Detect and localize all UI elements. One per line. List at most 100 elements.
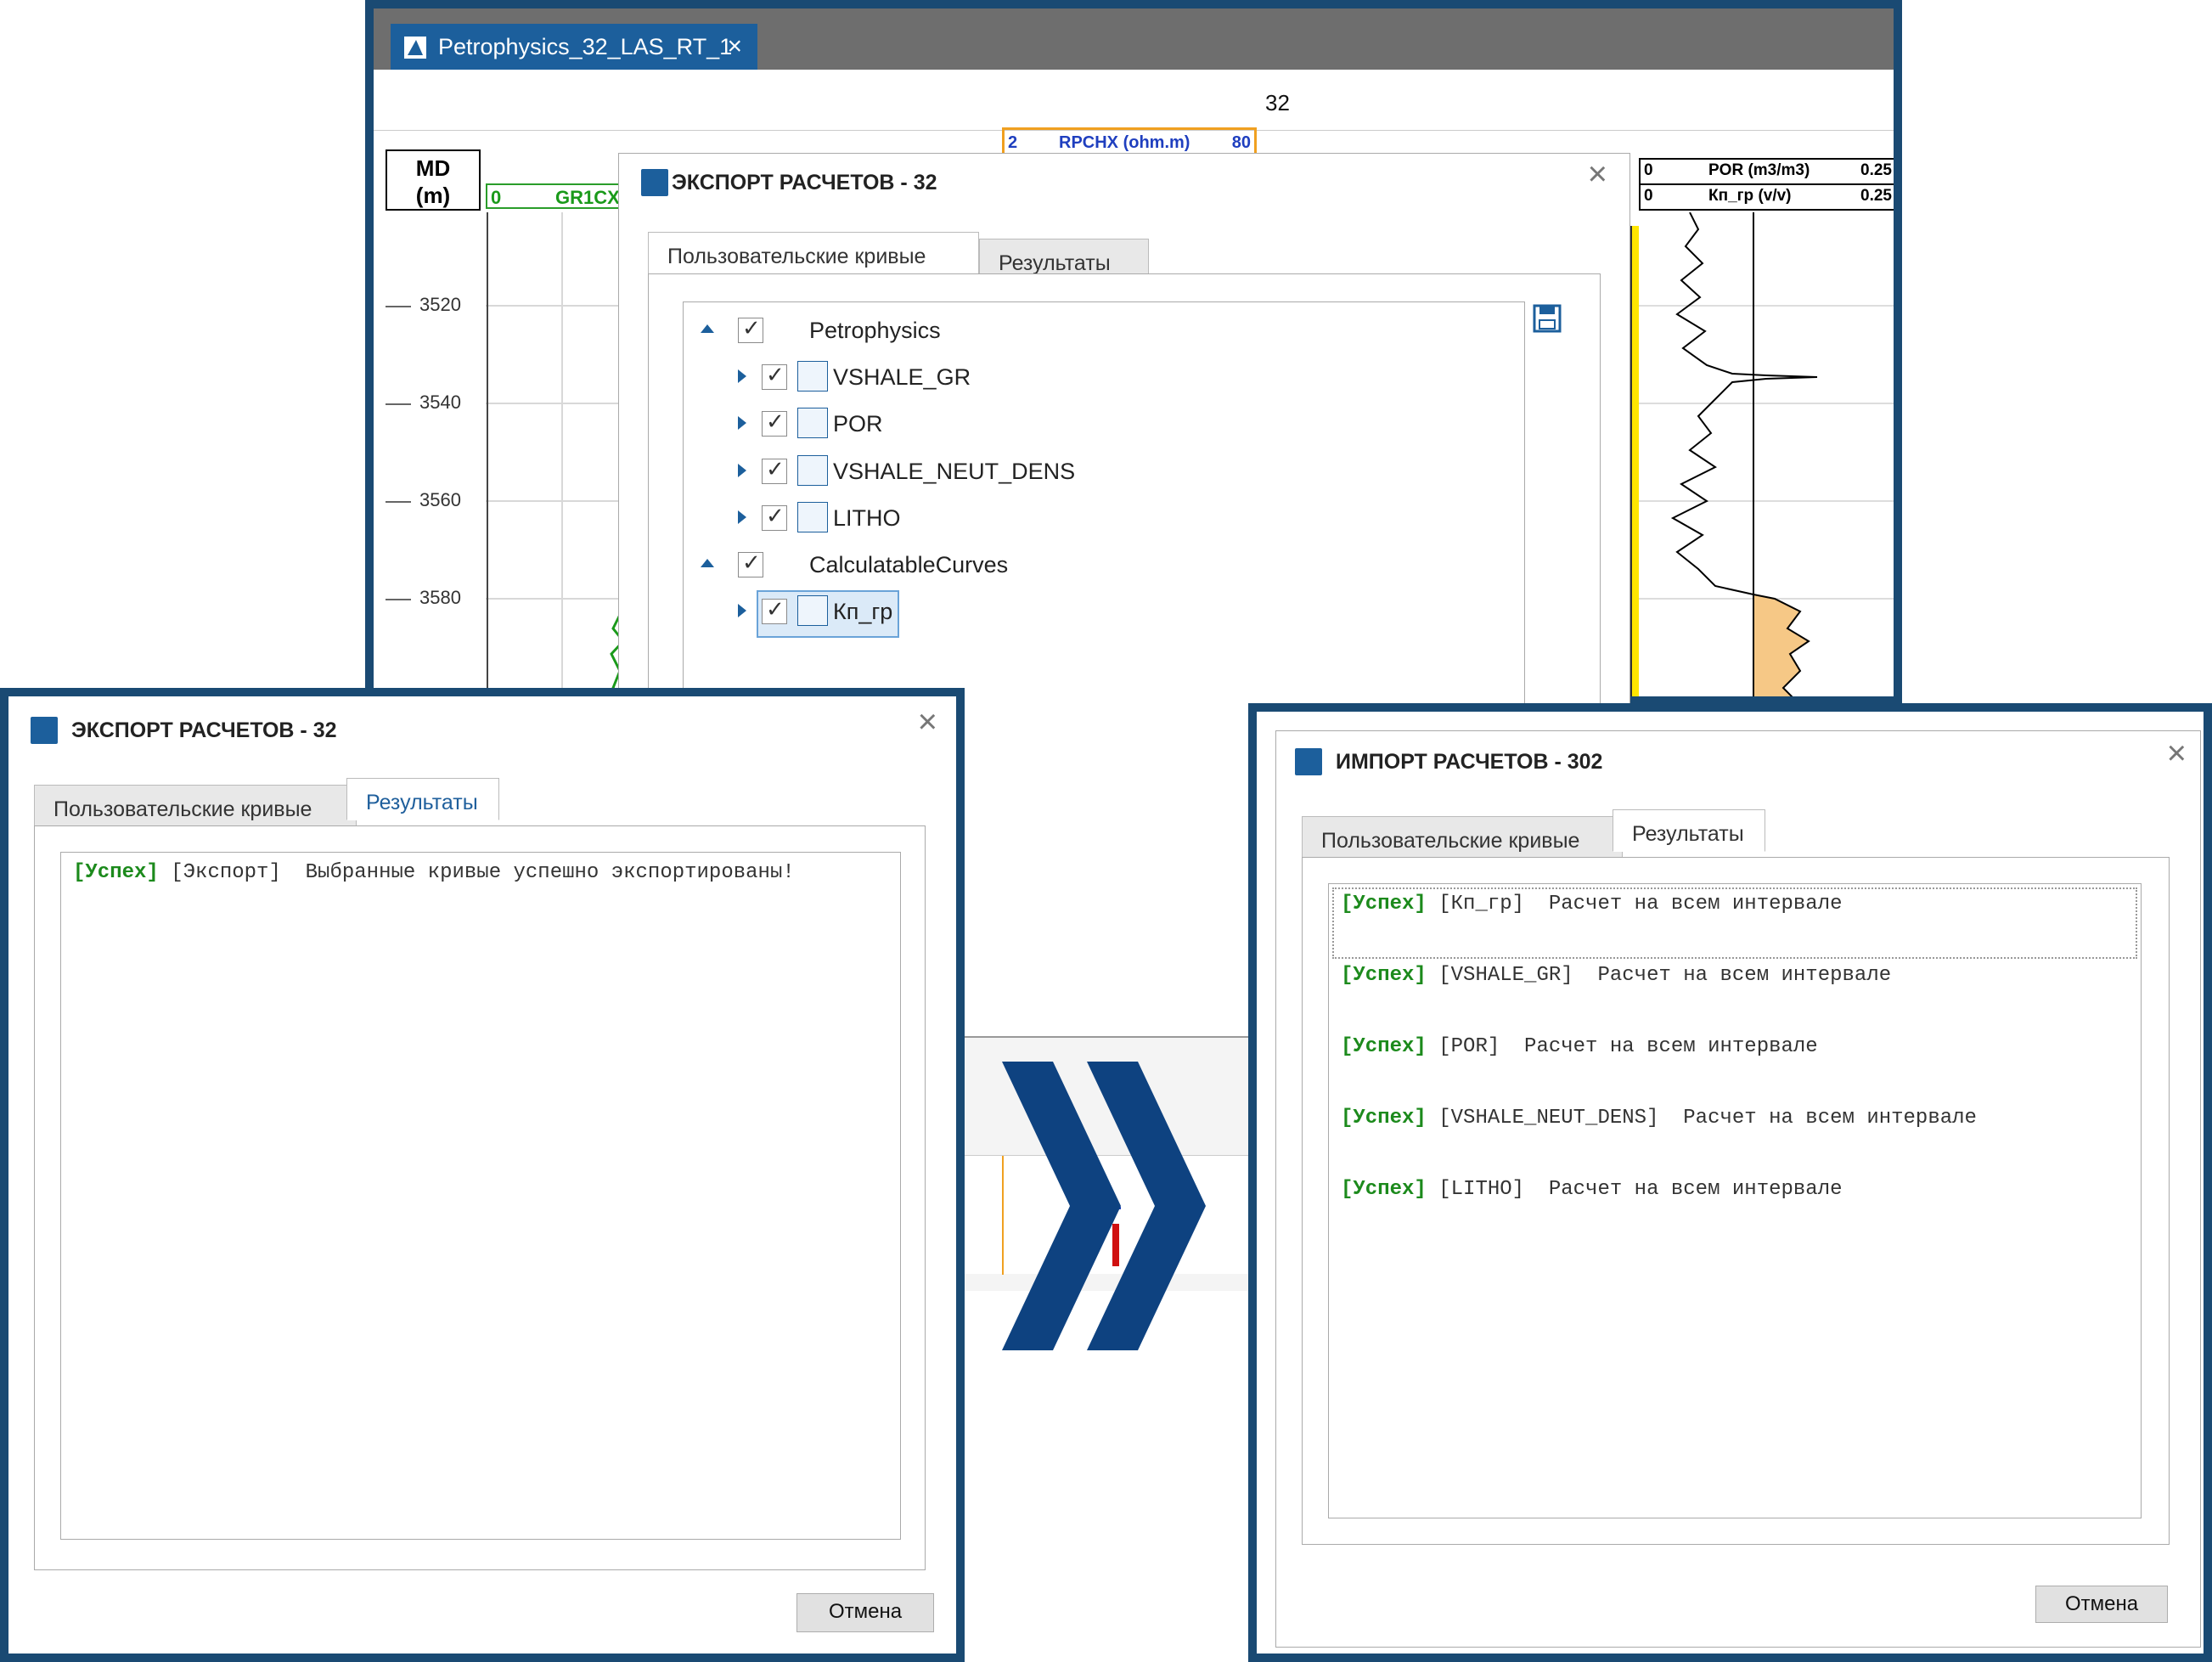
tab-user-curves[interactable]: Пользовательские кривые	[1302, 816, 1623, 859]
document-tab[interactable]: Petrophysics_32_LAS_RT_1 ×	[391, 24, 757, 70]
depth-label: 3520	[419, 294, 461, 315]
tree-node-kn-gr[interactable]: Кп_гр	[735, 590, 1074, 638]
scale-value: 32	[1265, 90, 1290, 115]
result-message: [LITHO] Расчет на всем интервале	[1426, 1178, 1843, 1201]
collapse-arrow-icon[interactable]	[701, 559, 714, 567]
depth-tick	[386, 501, 411, 503]
porosity-track: 0 POR (m3/m3) 0.25 0 Кп_гр (v/v) 0.25	[1639, 158, 1894, 696]
rpchx-name: RPCHX (ohm.m)	[1059, 133, 1190, 152]
export-dialog-results: ЭКСПОРТ РАСЧЕТОВ - 32 × Пользовательские…	[12, 700, 953, 1650]
result-line[interactable]: [Успех] [LITHO] Расчет на всем интервале	[1341, 1178, 1843, 1201]
document-tab-title: Petrophysics_32_LAS_RT_1	[438, 34, 733, 59]
success-status: [Успех]	[1341, 1107, 1427, 1130]
save-icon[interactable]	[1532, 303, 1562, 334]
curve-icon	[797, 408, 828, 438]
expand-arrow-icon[interactable]	[738, 464, 746, 477]
tab-results[interactable]: Результаты	[346, 778, 499, 820]
tree-node-label: POR	[833, 411, 883, 437]
export-dialog-tree: ЭКСПОРТ РАСЧЕТОВ - 32 × Пользовательские…	[618, 153, 1630, 727]
por-name: POR (m3/m3)	[1708, 161, 1810, 179]
tab-panel: Petrophysics VSHALE_GR POR VSHALE_NEUT_D…	[648, 273, 1601, 727]
success-status: [Успех]	[1341, 1178, 1427, 1201]
checkbox[interactable]	[762, 456, 787, 484]
expand-arrow-icon[interactable]	[738, 369, 746, 383]
tree-node-label: VSHALE_NEUT_DENS	[833, 459, 1076, 484]
tab-panel: [Успех] [Экспорт] Выбранные кривые успеш…	[34, 825, 926, 1570]
scale-row: 32	[374, 70, 1894, 131]
depth-tick	[386, 403, 411, 405]
depth-label: 3560	[419, 489, 461, 510]
porosity-curve-plot	[1639, 212, 1894, 696]
collapse-arrow-icon[interactable]	[701, 324, 714, 333]
result-line[interactable]: [Успех] [POR] Расчет на всем интервале	[1341, 1035, 1818, 1058]
result-line[interactable]: [Успех] [VSHALE_NEUT_DENS] Расчет на все…	[1341, 1107, 1977, 1130]
close-icon[interactable]: ×	[1588, 155, 1607, 194]
results-log: [Успех] [Экспорт] Выбранные кривые успеш…	[60, 852, 901, 1540]
curve-icon	[797, 595, 828, 626]
expand-arrow-icon[interactable]	[738, 604, 746, 617]
close-icon[interactable]: ×	[2167, 735, 2187, 773]
depth-label: 3540	[419, 392, 461, 413]
export-results-frame: ЭКСПОРТ РАСЧЕТОВ - 32 × Пользовательские…	[0, 688, 965, 1662]
checkbox[interactable]	[738, 549, 763, 577]
result-message: [Экспорт] Выбранные кривые успешно экспо…	[158, 861, 795, 884]
checkbox[interactable]	[762, 503, 787, 531]
results-log: [Успех] [Кп_гр] Расчет на всем интервале…	[1328, 883, 2142, 1518]
result-message: [Кп_гр] Расчет на всем интервале	[1426, 893, 1843, 916]
depth-label: 3580	[419, 587, 461, 608]
kn-max: 0.25	[1860, 187, 1892, 205]
checkbox[interactable]	[762, 408, 787, 437]
tree-node-calculatable-curves[interactable]: CalculatableCurves	[697, 547, 1037, 581]
curve-icon	[797, 502, 828, 532]
app-logo-icon	[641, 169, 668, 196]
kn-min: 0	[1644, 187, 1653, 205]
checkbox[interactable]	[738, 315, 763, 343]
md-depth-header: MD (m)	[386, 149, 481, 211]
por-curve-header[interactable]: 0 POR (m3/m3) 0.25	[1639, 158, 1894, 185]
rpchx-curve-header[interactable]: 2 RPCHX (ohm.m) 80	[1002, 127, 1257, 156]
tree-node-vshale-gr[interactable]: VSHALE_GR	[735, 359, 1074, 393]
kn-name: Кп_гр (v/v)	[1708, 187, 1792, 205]
result-line[interactable]: [Успех] [VSHALE_GR] Расчет на всем интер…	[1341, 964, 1891, 987]
result-message: [VSHALE_GR] Расчет на всем интервале	[1426, 964, 1892, 987]
dialog-title: ЭКСПОРТ РАСЧЕТОВ - 32	[672, 171, 937, 194]
result-line[interactable]: [Успех] [Кп_гр] Расчет на всем интервале	[1341, 893, 1843, 916]
dialog-title: ИМПОРТ РАСЧЕТОВ - 302	[1336, 750, 1603, 774]
close-icon[interactable]: ×	[918, 703, 937, 741]
expand-arrow-icon[interactable]	[738, 416, 746, 430]
tree-node-label: CalculatableCurves	[809, 552, 1009, 577]
curve-tree: Petrophysics VSHALE_GR POR VSHALE_NEUT_D…	[683, 301, 1525, 727]
tree-node-litho[interactable]: LITHO	[735, 500, 1074, 534]
tree-node-vshale-neut-dens[interactable]: VSHALE_NEUT_DENS	[735, 454, 1159, 487]
import-dialog-results: ИМПОРТ РАСЧЕТОВ - 302 × Пользовательские…	[1275, 730, 2201, 1648]
tree-node-por[interactable]: POR	[735, 406, 1074, 440]
cancel-button[interactable]: Отмена	[796, 1593, 934, 1632]
depth-tick	[386, 306, 411, 307]
success-status: [Успех]	[73, 861, 159, 884]
rpchx-max: 80	[1231, 133, 1251, 152]
document-tabstrip: Petrophysics_32_LAS_RT_1 ×	[374, 8, 1894, 70]
tree-node-label: Кп_гр	[833, 599, 893, 624]
por-max: 0.25	[1860, 161, 1892, 179]
dialog-title: ЭКСПОРТ РАСЧЕТОВ - 32	[71, 718, 337, 742]
md-unit: (m)	[415, 183, 451, 208]
checkbox[interactable]	[762, 362, 787, 390]
cancel-button[interactable]: Отмена	[2035, 1586, 2168, 1623]
checkbox[interactable]	[762, 596, 787, 624]
tree-node-label: VSHALE_GR	[833, 364, 971, 390]
curve-icon	[797, 455, 828, 486]
result-message: [VSHALE_NEUT_DENS] Расчет на всем интерв…	[1426, 1107, 1977, 1130]
close-tab-icon[interactable]: ×	[727, 32, 742, 61]
tree-node-petrophysics[interactable]: Petrophysics	[697, 313, 1037, 346]
result-line: [Успех] [Экспорт] Выбранные кривые успеш…	[73, 861, 795, 884]
success-status: [Успех]	[1341, 964, 1427, 987]
gr-min: 0	[491, 187, 502, 208]
kn-curve-header[interactable]: 0 Кп_гр (v/v) 0.25	[1639, 183, 1894, 211]
expand-arrow-icon[interactable]	[738, 510, 746, 524]
rpchx-min: 2	[1008, 133, 1018, 152]
tab-user-curves[interactable]: Пользовательские кривые	[34, 785, 357, 827]
tab-results[interactable]: Результаты	[1613, 809, 1765, 852]
app-logo-icon	[1295, 748, 1322, 775]
tab-user-curves[interactable]: Пользовательские кривые	[648, 232, 979, 274]
import-results-frame: ИМПОРТ РАСЧЕТОВ - 302 × Пользовательские…	[1248, 703, 2212, 1662]
